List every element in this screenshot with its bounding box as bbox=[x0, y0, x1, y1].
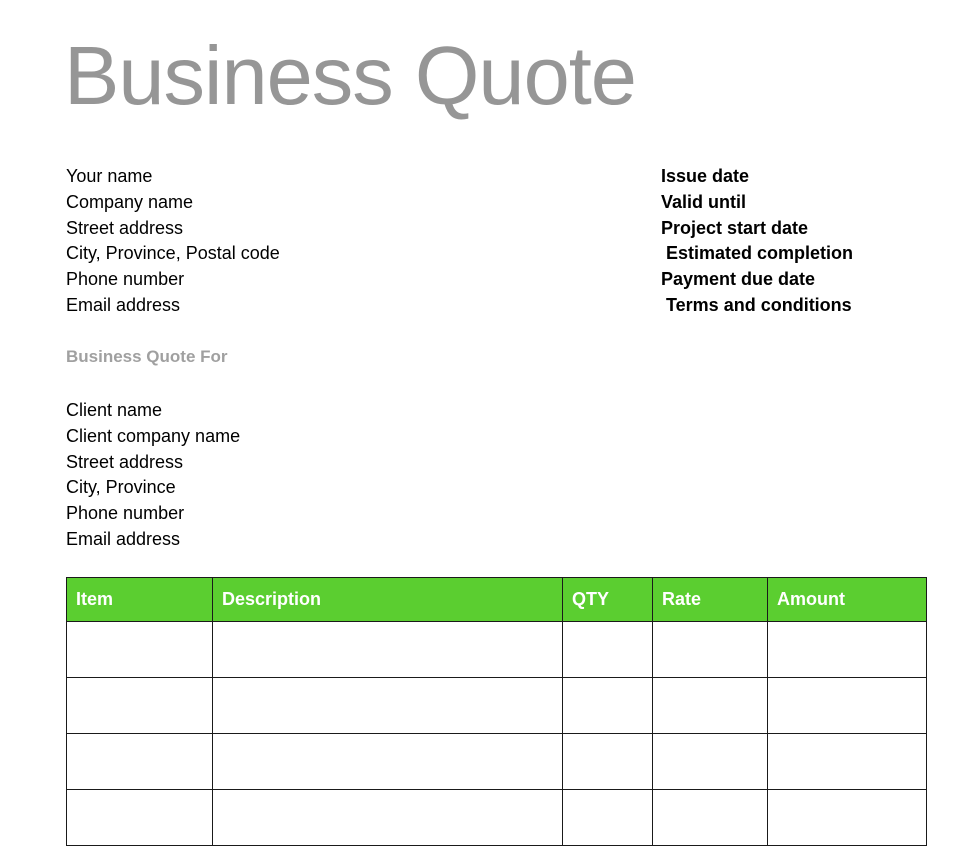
page-title: Business Quote bbox=[64, 29, 637, 122]
cell-description[interactable] bbox=[212, 789, 563, 846]
table-row[interactable] bbox=[66, 733, 927, 790]
meta-label-terms-and-conditions: Terms and conditions bbox=[661, 294, 852, 315]
sender-line-phone: Phone number bbox=[66, 269, 185, 290]
meta-label-issue-date: Issue date bbox=[661, 166, 750, 186]
sender-line-your-name: Your name bbox=[66, 166, 153, 186]
cell-qty[interactable] bbox=[562, 789, 653, 846]
cell-description[interactable] bbox=[212, 733, 563, 790]
cell-rate[interactable] bbox=[652, 677, 768, 734]
cell-qty[interactable] bbox=[562, 733, 653, 790]
meta-label-estimated-completion: Estimated completion bbox=[661, 243, 854, 264]
column-header-qty: QTY bbox=[562, 577, 653, 622]
cell-item[interactable] bbox=[66, 621, 213, 678]
column-header-rate: Rate bbox=[652, 577, 768, 622]
cell-rate[interactable] bbox=[652, 733, 768, 790]
cell-amount[interactable] bbox=[767, 733, 927, 790]
quote-meta-block: Issue date Valid until Project start dat… bbox=[661, 164, 961, 319]
cell-description[interactable] bbox=[212, 677, 563, 734]
meta-label-project-start-date: Project start date bbox=[661, 217, 809, 238]
table-row[interactable] bbox=[66, 677, 927, 734]
client-line-company: Client company name bbox=[66, 425, 241, 446]
cell-qty[interactable] bbox=[562, 677, 653, 734]
sender-line-company: Company name bbox=[66, 191, 194, 212]
cell-item[interactable] bbox=[66, 789, 213, 846]
cell-qty[interactable] bbox=[562, 621, 653, 678]
client-line-city: City, Province bbox=[66, 477, 176, 498]
table-header-row: Item Description QTY Rate Amount bbox=[66, 577, 927, 622]
client-line-street: Street address bbox=[66, 451, 184, 472]
quote-for-heading: Business Quote For bbox=[66, 347, 228, 366]
client-line-email: Email address bbox=[66, 528, 181, 549]
table-row[interactable] bbox=[66, 789, 927, 846]
cell-item[interactable] bbox=[66, 677, 213, 734]
cell-description[interactable] bbox=[212, 621, 563, 678]
column-header-item: Item bbox=[66, 577, 213, 622]
sender-line-city: City, Province, Postal code bbox=[66, 243, 280, 264]
client-details-block: Client name Client company name Street a… bbox=[66, 398, 496, 553]
cell-item[interactable] bbox=[66, 733, 213, 790]
table-row[interactable] bbox=[66, 621, 927, 678]
line-items-table-head: Item Description QTY Rate Amount bbox=[66, 577, 927, 622]
cell-amount[interactable] bbox=[767, 789, 927, 846]
client-line-name: Client name bbox=[66, 400, 163, 420]
meta-label-valid-until: Valid until bbox=[661, 191, 747, 212]
meta-label-payment-due-date: Payment due date bbox=[661, 269, 816, 290]
sender-details-block: Your name Company name Street address Ci… bbox=[66, 164, 496, 319]
cell-amount[interactable] bbox=[767, 677, 927, 734]
quote-document-page: Business Quote Your name Company name St… bbox=[0, 0, 968, 846]
cell-rate[interactable] bbox=[652, 621, 768, 678]
sender-line-email: Email address bbox=[66, 294, 181, 315]
sender-line-street: Street address bbox=[66, 217, 184, 238]
column-header-description: Description bbox=[212, 577, 563, 622]
line-items-table-body bbox=[66, 621, 927, 846]
client-line-phone: Phone number bbox=[66, 503, 185, 524]
cell-rate[interactable] bbox=[652, 789, 768, 846]
line-items-table: Item Description QTY Rate Amount bbox=[66, 577, 927, 846]
column-header-amount: Amount bbox=[767, 577, 927, 622]
cell-amount[interactable] bbox=[767, 621, 927, 678]
